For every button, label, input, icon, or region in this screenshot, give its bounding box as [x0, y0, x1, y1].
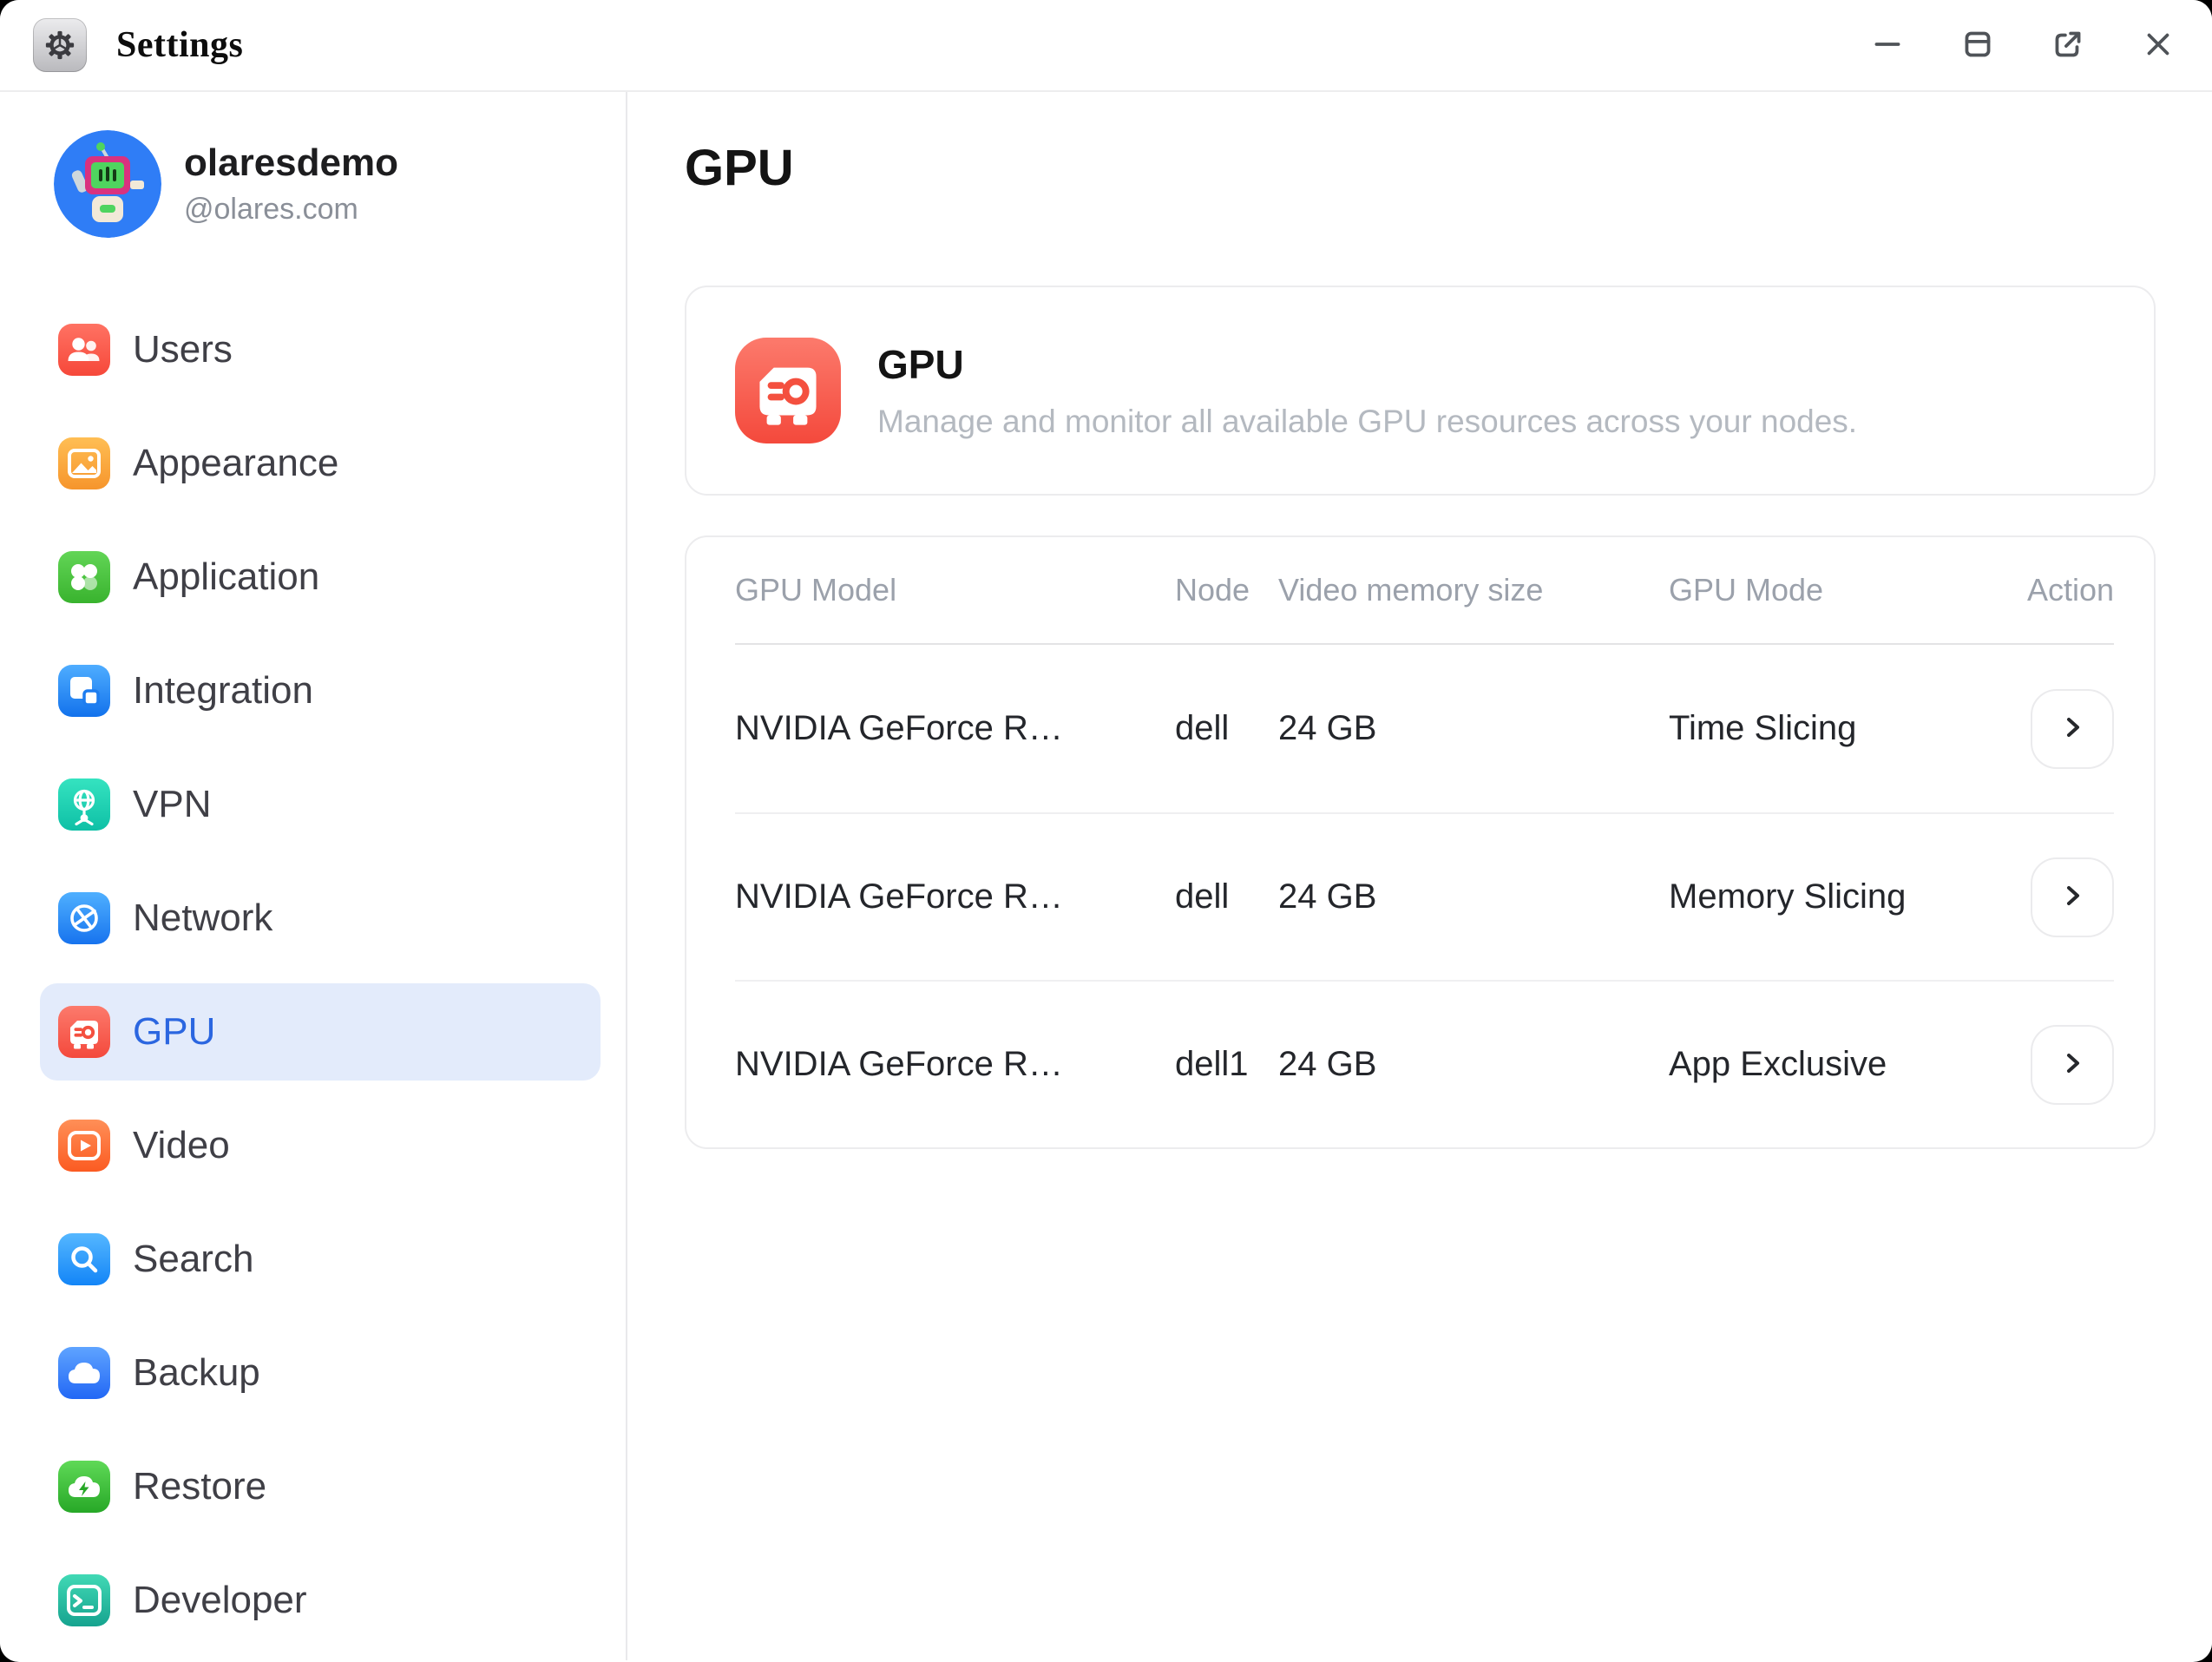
profile-name: olaresdemo	[184, 141, 398, 186]
network-icon	[58, 892, 110, 944]
sidebar-item-label: Network	[133, 897, 272, 940]
cell-gpu-model: NVIDIA GeForce R…	[735, 1045, 1175, 1084]
integration-icon	[58, 665, 110, 717]
cell-memory: 24 GB	[1278, 877, 1669, 916]
cell-gpu-model: NVIDIA GeForce R…	[735, 709, 1175, 748]
sidebar-item-users[interactable]: Users	[40, 301, 601, 398]
users-icon	[58, 324, 110, 376]
open-external-icon	[2048, 24, 2088, 67]
column-header-action: Action	[2027, 572, 2114, 608]
sidebar: olaresdemo @olares.com Users	[0, 92, 627, 1660]
restore-icon	[58, 1461, 110, 1513]
appearance-icon	[58, 437, 110, 489]
minimize-button[interactable]	[1867, 24, 1908, 66]
gpu-icon	[58, 1006, 110, 1058]
cell-memory: 24 GB	[1278, 709, 1669, 748]
row-detail-button[interactable]	[2031, 1025, 2114, 1105]
row-detail-button[interactable]	[2031, 857, 2114, 937]
window-controls	[1867, 24, 2179, 66]
page-title: GPU	[685, 139, 2156, 197]
close-icon	[2138, 24, 2178, 67]
maximize-icon	[1958, 24, 1998, 67]
vpn-icon	[58, 778, 110, 831]
sidebar-nav: Users Appearance	[0, 301, 626, 1649]
info-card-description: Manage and monitor all available GPU res…	[877, 404, 1857, 440]
sidebar-item-integration[interactable]: Integration	[40, 642, 601, 739]
column-header-gpu-mode: GPU Mode	[1669, 572, 2027, 608]
sidebar-item-developer[interactable]: Developer	[40, 1552, 601, 1649]
chevron-right-icon	[2058, 1048, 2087, 1081]
profile-handle: @olares.com	[184, 193, 398, 227]
cell-memory: 24 GB	[1278, 1045, 1669, 1084]
sidebar-item-label: GPU	[133, 1010, 215, 1054]
video-icon	[58, 1120, 110, 1172]
sidebar-item-label: Application	[133, 555, 319, 599]
column-header-node: Node	[1175, 572, 1278, 608]
cell-gpu-mode: Time Slicing	[1669, 709, 2027, 748]
table-row: NVIDIA GeForce R… dell1 24 GB App Exclus…	[735, 980, 2114, 1147]
sidebar-item-vpn[interactable]: VPN	[40, 756, 601, 853]
sidebar-item-label: Users	[133, 328, 233, 371]
sidebar-item-label: Appearance	[133, 442, 338, 485]
sidebar-item-backup[interactable]: Backup	[40, 1324, 601, 1422]
table-header: GPU Model Node Video memory size GPU Mod…	[735, 537, 2114, 645]
sidebar-item-gpu[interactable]: GPU	[40, 983, 601, 1081]
titlebar: Settings	[0, 0, 2212, 92]
gpu-table: GPU Model Node Video memory size GPU Mod…	[685, 535, 2156, 1149]
settings-app-icon	[33, 18, 87, 72]
app-title: Settings	[116, 24, 243, 66]
sidebar-item-label: Integration	[133, 669, 313, 713]
info-card-title: GPU	[877, 341, 1857, 388]
backup-icon	[58, 1347, 110, 1399]
sidebar-item-label: Backup	[133, 1351, 260, 1395]
application-icon	[58, 551, 110, 603]
chevron-right-icon	[2058, 713, 2087, 745]
maximize-button[interactable]	[1957, 24, 1999, 66]
settings-window: Settings	[0, 0, 2212, 1662]
cell-node: dell	[1175, 709, 1278, 748]
close-button[interactable]	[2137, 24, 2179, 66]
column-header-memory: Video memory size	[1278, 572, 1669, 608]
table-row: NVIDIA GeForce R… dell 24 GB Memory Slic…	[735, 812, 2114, 980]
cell-node: dell	[1175, 877, 1278, 916]
cell-node: dell1	[1175, 1045, 1278, 1084]
avatar	[54, 130, 161, 238]
developer-icon	[58, 1574, 110, 1626]
cell-gpu-model: NVIDIA GeForce R…	[735, 877, 1175, 916]
row-detail-button[interactable]	[2031, 689, 2114, 769]
main-content: GPU GPU Manage and monitor all available…	[627, 92, 2212, 1660]
sidebar-item-appearance[interactable]: Appearance	[40, 415, 601, 512]
cell-gpu-mode: Memory Slicing	[1669, 877, 2027, 916]
sidebar-item-label: Search	[133, 1238, 253, 1281]
sidebar-item-label: Developer	[133, 1579, 307, 1622]
sidebar-item-video[interactable]: Video	[40, 1097, 601, 1194]
table-row: NVIDIA GeForce R… dell 24 GB Time Slicin…	[735, 645, 2114, 812]
column-header-gpu-model: GPU Model	[735, 572, 1175, 608]
sidebar-item-search[interactable]: Search	[40, 1211, 601, 1308]
sidebar-item-application[interactable]: Application	[40, 529, 601, 626]
search-icon	[58, 1233, 110, 1285]
user-profile[interactable]: olaresdemo @olares.com	[54, 130, 626, 238]
gpu-card-icon	[735, 338, 841, 443]
gpu-info-card: GPU Manage and monitor all available GPU…	[685, 286, 2156, 496]
sidebar-item-label: VPN	[133, 783, 211, 826]
sidebar-item-network[interactable]: Network	[40, 870, 601, 967]
chevron-right-icon	[2058, 881, 2087, 913]
sidebar-item-label: Restore	[133, 1465, 266, 1508]
open-external-button[interactable]	[2047, 24, 2089, 66]
sidebar-item-label: Video	[133, 1124, 230, 1167]
minimize-icon	[1867, 24, 1907, 67]
sidebar-item-restore[interactable]: Restore	[40, 1438, 601, 1535]
cell-gpu-mode: App Exclusive	[1669, 1045, 2027, 1084]
